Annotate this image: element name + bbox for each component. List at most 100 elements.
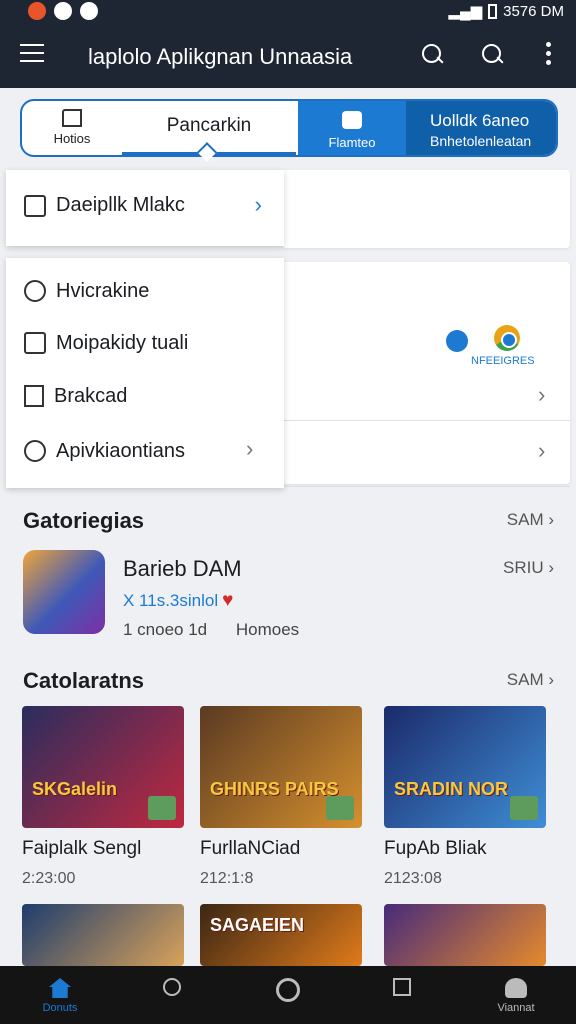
menu-item-label: Brakcad [54, 384, 128, 407]
game-badge-icon [326, 796, 354, 820]
blue-dot-icon [446, 330, 468, 352]
game-thumbnail[interactable]: SKGalelin [22, 706, 184, 828]
see-all-label: SRIU [502, 558, 544, 577]
game-title-art: SAGAEIEN [210, 915, 305, 935]
background-card [282, 262, 570, 484]
dropdown-header[interactable]: Daeipllk Mlakc › [6, 170, 284, 246]
menu-item[interactable]: Apivkiaontians [24, 436, 185, 466]
game-title-art: SKGalelin [32, 779, 118, 799]
chevron-right-icon[interactable]: › [538, 438, 545, 464]
game-thumbnail[interactable] [22, 904, 184, 966]
more-options-icon[interactable] [546, 42, 554, 68]
heart-icon[interactable]: ♥ [222, 590, 233, 611]
tab-home-label: Hotios [53, 131, 91, 146]
home-icon [49, 978, 71, 998]
featured-category: Homoes [235, 620, 300, 639]
status-bar: ▂▄▆ 3576 DM [0, 0, 576, 24]
search-icon[interactable] [480, 42, 506, 68]
dropdown-menu: Hvicrakine Moipakidy tuali Brakcad Apivk… [6, 258, 284, 488]
featured-rating: X 11s.3sinlol ♥ [123, 590, 233, 612]
tab-promo-title: Uolldk 6aneo [430, 111, 530, 130]
bottom-nav: Donuts Viannat [0, 966, 576, 1024]
game-title-art: SRADIN NOR [394, 779, 509, 799]
search-icon[interactable] [420, 42, 446, 68]
app-bar: laplolo Aplikgnan Unnaasia [0, 24, 576, 88]
home-icon [62, 109, 82, 127]
app-title: laplolo Aplikgnan Unnaasia [88, 44, 353, 69]
featured-downloads: 1 cnoeo 1d [123, 620, 208, 639]
see-all-label: SAM [506, 670, 544, 689]
game-thumbnail[interactable]: GHINRS PAIRS [200, 706, 362, 828]
rating-text: X 11s.3sinlol [123, 591, 219, 610]
game-name[interactable]: FurllaNCiad [200, 838, 300, 860]
game-size: 2:23:00 [22, 870, 76, 887]
nav-home-label: Donuts [42, 1002, 78, 1014]
nav-home[interactable]: Donuts [20, 978, 100, 1014]
see-all-link[interactable]: SRIU › [503, 558, 554, 578]
square-icon [393, 978, 411, 996]
divider [282, 420, 570, 421]
featured-subinfo: 1 cnoeo 1d Homoes [123, 620, 323, 640]
notification-app-icon [80, 2, 98, 20]
game-name[interactable]: Faiplalk Sengl [22, 838, 141, 860]
dropdown-header-label: Daeipllk Mlakc [56, 194, 185, 216]
see-all-label: SAM [506, 510, 544, 529]
game-title-art: GHINRS PAIRS [210, 779, 339, 799]
edit-icon [24, 332, 46, 354]
game-name[interactable]: FupAb Bliak [384, 838, 486, 860]
chevron-right-icon: › [246, 436, 254, 461]
see-all-link[interactable]: SAM › [507, 670, 554, 690]
nav-square[interactable] [362, 978, 442, 1000]
featured-app-name[interactable]: Barieb DAM [123, 556, 242, 582]
divider [282, 486, 570, 487]
background-card [282, 170, 570, 248]
shopping-bag-icon [342, 111, 362, 129]
game-size: 212:1:8 [200, 870, 254, 887]
tab-games-label: Flamteo [328, 135, 376, 150]
search-icon [163, 978, 181, 996]
game-thumbnail[interactable]: SRADIN NOR [384, 706, 546, 828]
notification-icons [28, 2, 98, 20]
tab-strip: Hotios Pancarkin Flamteo Uolldk 6aneo Bn… [20, 99, 558, 157]
nav-circle[interactable] [248, 978, 328, 1006]
nav-search[interactable] [132, 978, 212, 1000]
chevron-right-icon[interactable]: › [538, 382, 545, 408]
gauge-icon [24, 280, 46, 302]
signal-icon: ▂▄▆ [448, 3, 483, 20]
background-label: NFEEIGRES [471, 355, 535, 367]
menu-item[interactable]: Moipakidy tuali [24, 328, 188, 358]
game-thumbnail[interactable] [384, 904, 546, 966]
section-title: Gatoriegias [23, 508, 145, 533]
nav-profile[interactable]: Viannat [476, 978, 556, 1014]
tab-promo-subtitle: Bnhetolenleatan [430, 133, 532, 149]
notification-app-icon [28, 2, 46, 20]
status-right: ▂▄▆ 3576 DM [448, 2, 564, 21]
tab-games[interactable]: Flamteo [298, 101, 406, 155]
featured-app-icon[interactable] [23, 550, 105, 634]
search-icon [24, 440, 46, 462]
menu-item-label: Apivkiaontians [56, 439, 185, 462]
document-icon [24, 385, 44, 407]
grid-icon [24, 194, 46, 217]
nav-profile-label: Viannat [497, 1002, 535, 1014]
circle-icon [276, 978, 300, 1002]
notification-chat-icon [54, 2, 72, 20]
status-time: 3576 DM [503, 2, 564, 20]
browser-icon[interactable] [494, 325, 520, 351]
person-icon [505, 978, 527, 998]
menu-item-label: Hvicrakine [56, 279, 150, 302]
game-badge-icon [148, 796, 176, 820]
game-size: 2123:08 [384, 870, 442, 887]
menu-item-label: Moipakidy tuali [56, 331, 189, 354]
game-badge-icon [510, 796, 538, 820]
chevron-right-icon: › [254, 192, 262, 217]
tab-promo[interactable]: Uolldk 6aneo Bnhetolenleatan [406, 101, 556, 155]
menu-item[interactable]: Brakcad [24, 381, 127, 411]
game-thumbnail[interactable]: SAGAEIEN [200, 904, 362, 966]
section-title: Catolaratns [23, 668, 145, 693]
menu-icon[interactable] [20, 44, 44, 64]
tab-home[interactable]: Hotios [22, 101, 122, 155]
see-all-link[interactable]: SAM › [507, 510, 554, 530]
menu-item[interactable]: Hvicrakine [24, 276, 149, 306]
battery-icon [488, 3, 498, 19]
